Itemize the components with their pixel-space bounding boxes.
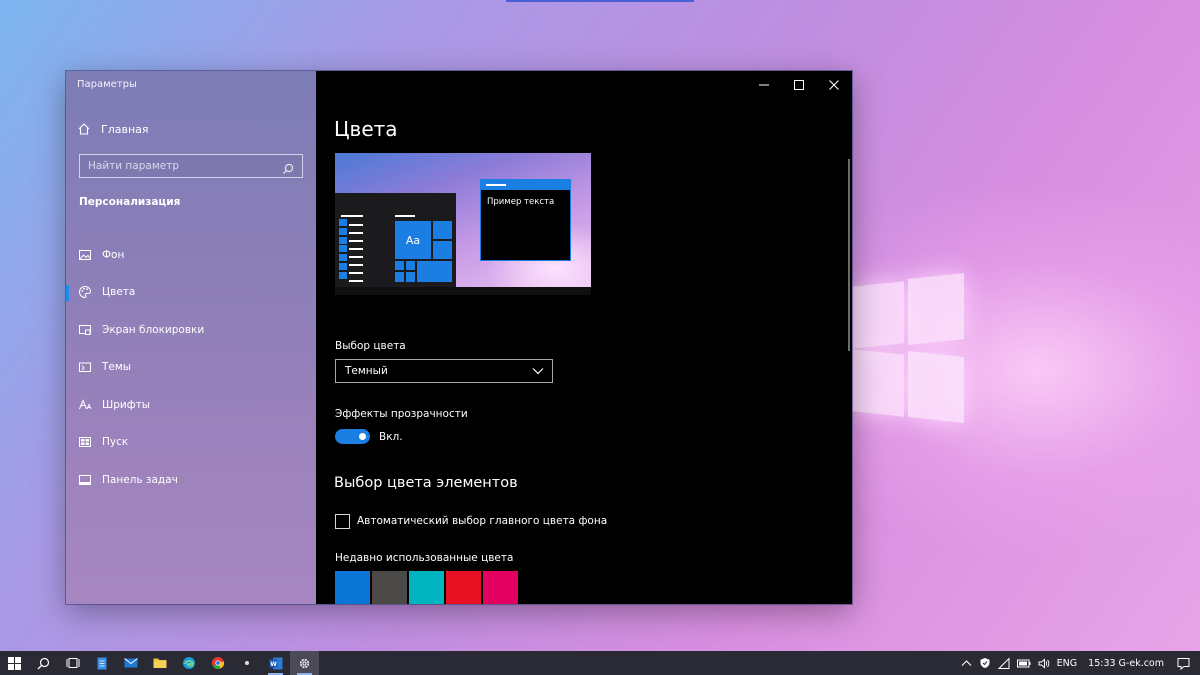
clock[interactable]: 15:33 G-ek.com [1088, 658, 1164, 669]
preview-start-menu: Aa [335, 193, 456, 295]
taskbar: W ENG 15:33 G-ek.com [0, 651, 1200, 675]
transparency-toggle[interactable] [335, 429, 370, 444]
start-icon [78, 435, 92, 449]
color-mode-value: Темный [345, 365, 388, 377]
language-indicator[interactable]: ENG [1057, 658, 1077, 669]
search-input[interactable] [88, 160, 268, 172]
sidebar-item-label: Темы [102, 361, 132, 374]
sidebar-item-themes[interactable]: Темы [66, 349, 316, 387]
maximize-button[interactable] [781, 71, 817, 99]
color-mode-dropdown[interactable]: Темный [335, 359, 553, 383]
color-swatch[interactable] [483, 571, 518, 604]
settings-icon [299, 658, 310, 668]
auto-accent-checkbox[interactable] [335, 514, 350, 529]
app-title: Параметры [77, 79, 137, 90]
color-swatch[interactable] [446, 571, 481, 604]
sidebar-item-fonts[interactable]: Шрифты [66, 386, 316, 424]
sidebar-item-lock-screen[interactable]: Экран блокировки [66, 311, 316, 349]
close-button[interactable] [816, 71, 852, 99]
main-content: Цвета Aa Пример текста Выбор цвета Темны… [316, 71, 852, 604]
task-view-button[interactable] [58, 651, 87, 675]
color-swatch[interactable] [409, 571, 444, 604]
transparency-label: Эффекты прозрачности [335, 408, 468, 420]
sidebar-nav: Фон Цвета Экран блокировки Темы Шрифты П… [66, 236, 316, 499]
app-dot-icon [244, 661, 249, 665]
sidebar-item-label: Пуск [102, 436, 129, 449]
close-icon [829, 80, 839, 90]
search-box[interactable] [79, 154, 303, 178]
preview-window: Пример текста [480, 179, 571, 261]
palette-icon [78, 285, 92, 299]
file-icon [97, 657, 106, 669]
sidebar-item-label: Экран блокировки [102, 323, 205, 336]
taskbar-app-word[interactable]: W [261, 651, 290, 675]
sidebar-item-label: Фон [102, 248, 125, 261]
preview-tile: Aa [395, 221, 431, 259]
search-icon [37, 657, 50, 669]
taskbar-app-mail[interactable] [116, 651, 145, 675]
sidebar-item-label: Панель задач [102, 473, 178, 486]
taskbar-icon [78, 473, 92, 487]
color-choice-label: Выбор цвета [335, 340, 406, 352]
chrome-icon [211, 657, 224, 670]
color-swatch[interactable] [372, 571, 407, 604]
svg-text:W: W [270, 661, 277, 668]
home-icon [77, 122, 91, 136]
fonts-icon [78, 398, 92, 412]
network-icon[interactable] [997, 657, 1010, 669]
recent-colors-label: Недавно использованные цвета [335, 552, 514, 564]
themes-icon [78, 360, 92, 374]
sidebar-item-background[interactable]: Фон [66, 236, 316, 274]
maximize-icon [794, 80, 804, 90]
sidebar-item-taskbar[interactable]: Панель задач [66, 461, 316, 499]
notifications-icon[interactable] [1177, 657, 1190, 670]
minimize-button[interactable] [746, 71, 782, 99]
windows-logo-wallpaper [852, 272, 964, 424]
minimize-icon [759, 84, 769, 86]
taskbar-app-explorer[interactable] [145, 651, 174, 675]
sidebar: Параметры Главная Персонализация Фон [66, 71, 316, 604]
sidebar-item-start[interactable]: Пуск [66, 424, 316, 462]
folder-icon [153, 658, 166, 668]
transparency-state: Вкл. [379, 431, 403, 443]
windows-start-icon [8, 656, 21, 670]
start-button[interactable] [0, 651, 29, 675]
settings-window: Параметры Главная Персонализация Фон [66, 71, 852, 604]
system-tray: ENG 15:33 G-ek.com [961, 651, 1200, 675]
preview-sample-text: Пример текста [487, 197, 555, 207]
mail-icon [123, 658, 138, 668]
auto-accent-label: Автоматический выбор главного цвета фона [357, 515, 608, 527]
accent-heading: Выбор цвета элементов [334, 475, 518, 491]
search-button[interactable] [29, 651, 58, 675]
color-swatch[interactable] [335, 571, 370, 604]
top-window-edge [506, 0, 694, 2]
sidebar-home[interactable]: Главная [77, 122, 149, 136]
scrollbar[interactable] [848, 159, 850, 351]
page-title: Цвета [334, 117, 398, 141]
taskbar-app-unknown[interactable] [232, 651, 261, 675]
taskbar-app-settings[interactable] [290, 651, 319, 675]
sidebar-item-colors[interactable]: Цвета [66, 274, 316, 312]
task-view-icon [66, 658, 79, 668]
sidebar-item-label: Цвета [102, 286, 136, 299]
chevron-up-icon[interactable] [961, 659, 972, 667]
sidebar-item-label: Шрифты [102, 398, 151, 411]
shield-icon[interactable] [979, 657, 991, 669]
word-icon: W [269, 657, 282, 669]
taskbar-app-edge[interactable] [174, 651, 203, 675]
recent-colors [335, 571, 518, 604]
home-label: Главная [101, 122, 149, 136]
edge-icon [182, 657, 195, 669]
picture-icon [78, 248, 92, 262]
battery-icon[interactable] [1016, 659, 1031, 668]
volume-icon[interactable] [1038, 657, 1050, 669]
search-icon[interactable] [282, 160, 294, 174]
taskbar-app-chrome[interactable] [203, 651, 232, 675]
section-title: Персонализация [79, 196, 181, 208]
theme-preview: Aa Пример текста [335, 153, 591, 295]
chevron-down-icon [532, 368, 544, 375]
taskbar-app-file[interactable] [87, 651, 116, 675]
lock-screen-icon [78, 323, 92, 337]
